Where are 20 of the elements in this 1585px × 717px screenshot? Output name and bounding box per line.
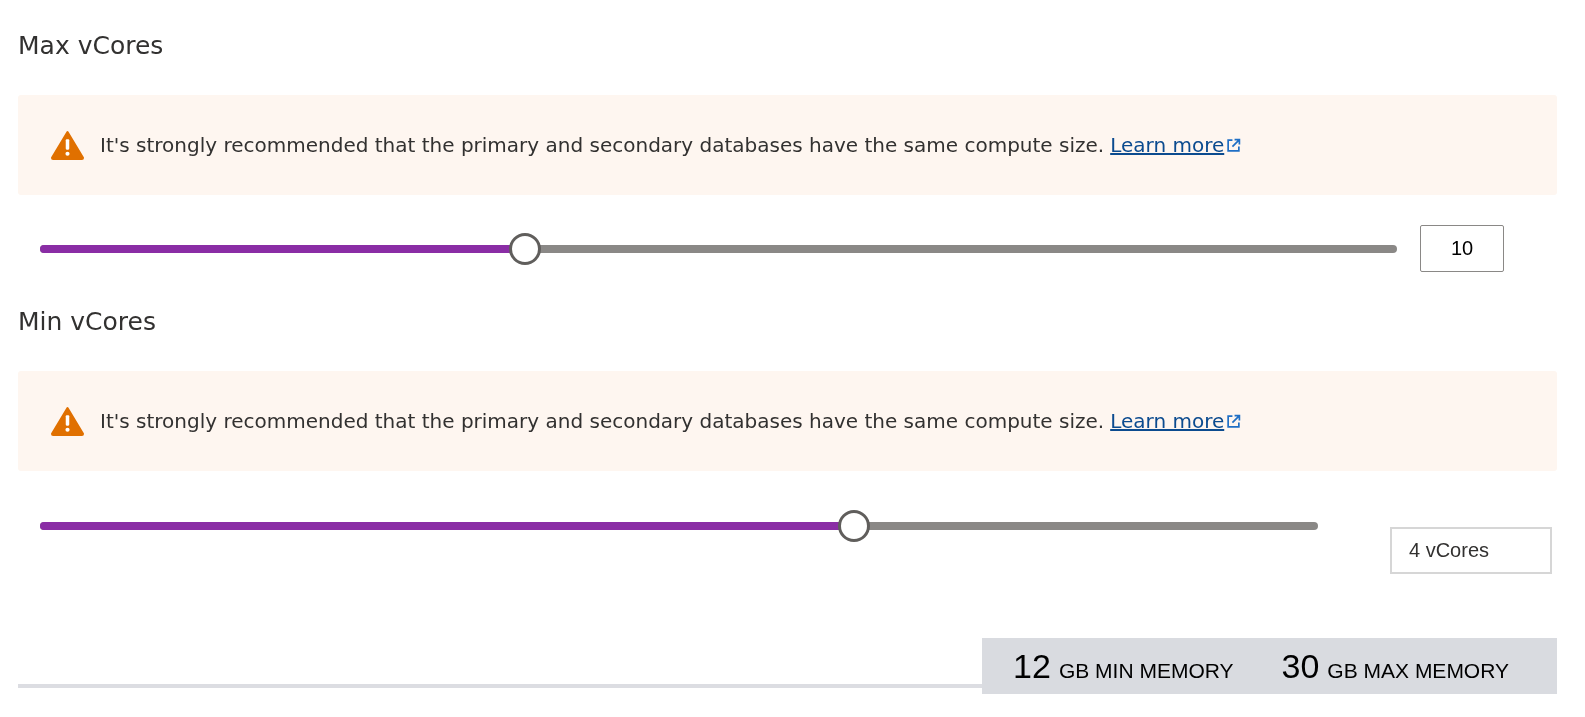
warning-message: It's strongly recommended that the primary and secondary databases have the same compute size. [100, 409, 1105, 433]
memory-label: GB MAX MEMORY [1327, 658, 1509, 683]
slider-thumb[interactable] [509, 232, 542, 265]
value-field[interactable]: 10 [1420, 225, 1504, 272]
warning-message: It's strongly recommended that the primary and secondary databases have the same compute size. [100, 133, 1105, 157]
external-link-icon [1226, 413, 1242, 429]
learn-more-link[interactable]: Learn more [1110, 133, 1242, 157]
learn-more-link[interactable]: Learn more [1110, 409, 1242, 433]
section-heading: Min vCores [18, 306, 157, 338]
memory-amount: 12 [1013, 646, 1051, 686]
warning-icon [51, 130, 84, 160]
memory-label: GB MIN MEMORY [1058, 658, 1234, 683]
external-link-icon [1226, 137, 1242, 153]
slider[interactable] [40, 512, 1318, 540]
slider-thumb[interactable] [837, 510, 870, 542]
slider[interactable] [40, 234, 1397, 263]
section-heading: Max vCores [18, 30, 165, 62]
vcores-dropdown[interactable]: 4 vCores [1390, 527, 1552, 574]
memory-amount: 30 [1281, 646, 1320, 686]
warning-icon [51, 406, 84, 436]
